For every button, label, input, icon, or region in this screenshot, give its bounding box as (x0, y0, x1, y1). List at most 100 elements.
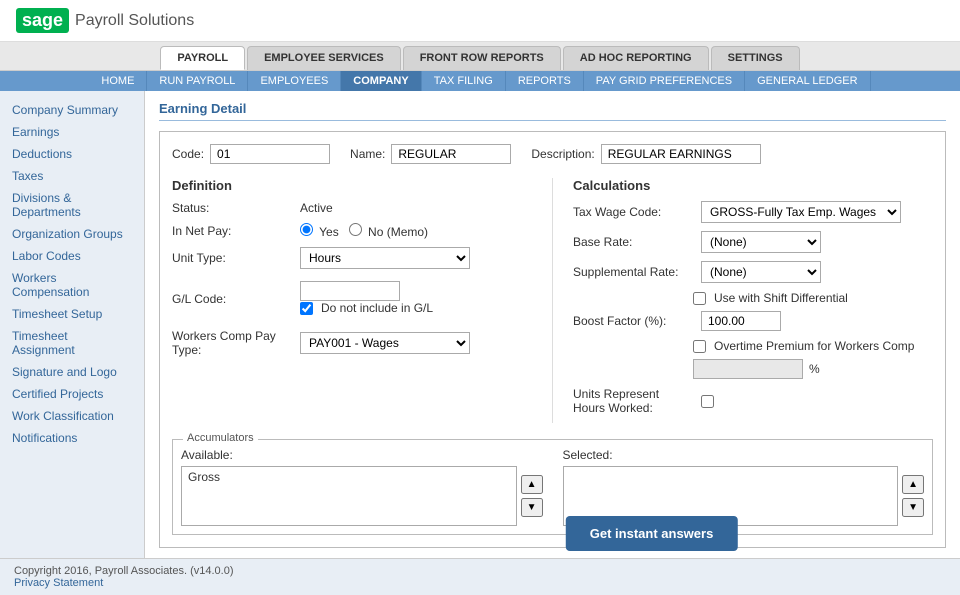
sidebar-item-timesheet_assignment[interactable]: Timesheet Assignment (0, 325, 144, 361)
nav-tab-ad_hoc_reporting[interactable]: AD HOC REPORTING (563, 46, 709, 70)
gl-code-input[interactable] (300, 281, 400, 301)
no-memo-radio[interactable] (349, 223, 362, 236)
sidebar-item-company_summary[interactable]: Company Summary (0, 99, 144, 121)
copyright-text: Copyright 2016, Payroll Associates. (v14… (14, 565, 946, 577)
workers-comp-select[interactable]: PAY001 - Wages PAY002 - Other (300, 332, 470, 354)
nav-tab-front_row_reports[interactable]: FRONT ROW REPORTS (403, 46, 561, 70)
scroll-down-available[interactable]: ▼ (521, 498, 543, 517)
status-label: Status: (172, 201, 292, 215)
available-item-gross[interactable]: Gross (184, 469, 514, 485)
description-input[interactable] (601, 144, 761, 164)
nav-tab-employee_services[interactable]: EMPLOYEE SERVICES (247, 46, 401, 70)
supplemental-rate-row: Supplemental Rate: (None) Rate 1 Rate 2 (573, 261, 933, 283)
do-not-include-row: Do not include in G/L (300, 301, 433, 315)
accumulators-legend: Accumulators (183, 432, 258, 444)
yes-label: Yes (319, 225, 339, 239)
sidebar-item-work_classification[interactable]: Work Classification (0, 405, 144, 427)
units-hours-checkbox[interactable] (701, 395, 714, 408)
unit-type-row: Unit Type: Hours Units Dollars (172, 247, 532, 269)
sidebar-item-deductions[interactable]: Deductions (0, 143, 144, 165)
scroll-up-available[interactable]: ▲ (521, 475, 543, 494)
gl-code-row: G/L Code: Do not include in G/L (172, 277, 532, 321)
base-rate-label: Base Rate: (573, 235, 693, 249)
sidebar-item-earnings[interactable]: Earnings (0, 121, 144, 143)
available-listbox[interactable]: Gross (181, 466, 517, 526)
name-label: Name: (350, 147, 385, 161)
yes-radio-label[interactable]: Yes (300, 223, 339, 239)
base-rate-select[interactable]: (None) Regular Rate Other (701, 231, 821, 253)
tax-wage-code-label: Tax Wage Code: (573, 205, 693, 219)
no-memo-radio-label[interactable]: No (Memo) (349, 223, 428, 239)
accumulators-row: Available: Gross ▲ ▼ Selected: (181, 448, 924, 526)
sidebar-item-signature_and_logo[interactable]: Signature and Logo (0, 361, 144, 383)
sidebar-item-workers_compensation[interactable]: Workers Compensation (0, 267, 144, 303)
tax-wage-code-select[interactable]: GROSS-Fully Tax Emp. Wages None Other (701, 201, 901, 223)
sidebar-item-organization_groups[interactable]: Organization Groups (0, 223, 144, 245)
use-shift-diff-row: Use with Shift Differential (693, 291, 933, 305)
logo: sage Payroll Solutions (16, 8, 194, 33)
tax-wage-code-row: Tax Wage Code: GROSS-Fully Tax Emp. Wage… (573, 201, 933, 223)
description-field-group: Description: (531, 144, 760, 164)
accumulators-panel: Accumulators Available: Gross ▲ ▼ (172, 439, 933, 535)
units-hours-row: Units Represent Hours Worked: (573, 387, 933, 415)
unit-type-select[interactable]: Hours Units Dollars (300, 247, 470, 269)
sidebar-item-labor_codes[interactable]: Labor Codes (0, 245, 144, 267)
sidebar-item-notifications[interactable]: Notifications (0, 427, 144, 449)
do-not-include-checkbox[interactable] (300, 302, 313, 315)
yes-radio[interactable] (300, 223, 313, 236)
calculations-column: Calculations Tax Wage Code: GROSS-Fully … (552, 178, 933, 423)
boost-factor-input[interactable] (701, 311, 781, 331)
privacy-link[interactable]: Privacy Statement (14, 577, 103, 589)
nav-tab-payroll[interactable]: PAYROLL (160, 46, 245, 70)
gl-code-label: G/L Code: (172, 292, 292, 306)
in-net-pay-row: In Net Pay: Yes No (Memo) (172, 223, 532, 239)
sidebar-item-divisions_departments[interactable]: Divisions & Departments (0, 187, 144, 223)
app-name: Payroll Solutions (75, 12, 194, 30)
sage-logo: sage (16, 8, 69, 33)
use-shift-diff-checkbox[interactable] (693, 292, 706, 305)
unit-type-label: Unit Type: (172, 251, 292, 265)
definition-calculations: Definition Status: Active In Net Pay: Ye… (172, 178, 933, 423)
supplemental-rate-label: Supplemental Rate: (573, 265, 693, 279)
definition-column: Definition Status: Active In Net Pay: Ye… (172, 178, 552, 423)
use-shift-diff-label: Use with Shift Differential (714, 291, 848, 305)
boost-factor-row: Boost Factor (%): (573, 311, 933, 331)
pct-input[interactable] (693, 359, 803, 379)
main-nav: PAYROLLEMPLOYEE SERVICESFRONT ROW REPORT… (0, 42, 960, 71)
sub-nav: HOMERUN PAYROLLEMPLOYEESCOMPANYTAX FILIN… (0, 71, 960, 91)
sidebar: Company SummaryEarningsDeductionsTaxesDi… (0, 91, 145, 558)
chat-button[interactable]: Get instant answers (566, 516, 738, 551)
code-input[interactable] (210, 144, 330, 164)
sub-nav-reports[interactable]: REPORTS (506, 71, 584, 91)
sidebar-item-certified_projects[interactable]: Certified Projects (0, 383, 144, 405)
sub-nav-pay_grid_preferences[interactable]: PAY GRID PREFERENCES (584, 71, 745, 91)
description-label: Description: (531, 147, 594, 161)
overtime-premium-checkbox[interactable] (693, 340, 706, 353)
name-field-group: Name: (350, 144, 511, 164)
sub-nav-run_payroll[interactable]: RUN PAYROLL (147, 71, 248, 91)
scroll-down-selected[interactable]: ▼ (902, 498, 924, 517)
code-field-group: Code: (172, 144, 330, 164)
nav-tab-settings[interactable]: SETTINGS (711, 46, 800, 70)
sub-nav-general_ledger[interactable]: GENERAL LEDGER (745, 71, 870, 91)
sub-nav-home[interactable]: HOME (89, 71, 147, 91)
sub-nav-employees[interactable]: EMPLOYEES (248, 71, 341, 91)
overtime-premium-label: Overtime Premium for Workers Comp (714, 339, 914, 353)
sub-nav-company[interactable]: COMPANY (341, 71, 421, 91)
available-label: Available: (181, 448, 543, 462)
sidebar-item-taxes[interactable]: Taxes (0, 165, 144, 187)
name-input[interactable] (391, 144, 511, 164)
no-memo-label: No (Memo) (368, 225, 428, 239)
sidebar-item-timesheet_setup[interactable]: Timesheet Setup (0, 303, 144, 325)
do-not-include-label: Do not include in G/L (321, 301, 433, 315)
status-row: Status: Active (172, 201, 532, 215)
sub-nav-tax_filing[interactable]: TAX FILING (422, 71, 506, 91)
units-hours-label: Units Represent Hours Worked: (573, 387, 693, 415)
definition-title: Definition (172, 178, 532, 193)
page-title: Earning Detail (159, 101, 946, 121)
scroll-up-selected[interactable]: ▲ (902, 475, 924, 494)
chat-button-container: Get instant answers (566, 516, 738, 551)
pct-row: % (693, 359, 933, 379)
supplemental-rate-select[interactable]: (None) Rate 1 Rate 2 (701, 261, 821, 283)
earning-detail-panel: Code: Name: Description: Definition (159, 131, 946, 548)
